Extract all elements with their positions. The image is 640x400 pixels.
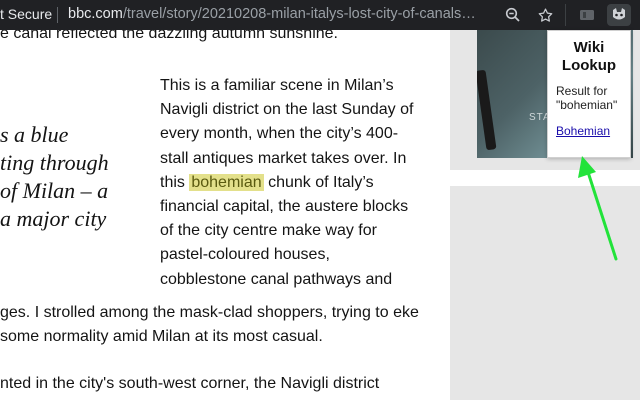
highlight-prefix: this	[160, 173, 190, 191]
wiki-lookup-popup: Wiki Lookup Result for "bohemian" Bohemi…	[547, 30, 631, 158]
popup-title: Wiki Lookup	[561, 39, 617, 74]
address-bar[interactable]: bbc.com/travel/story/20210208-milan-ital…	[68, 6, 496, 22]
paragraph-line: of the city centre make way for	[160, 222, 377, 240]
pull-quote-line: ting through	[0, 150, 109, 175]
url-ellipsis: …	[461, 6, 476, 22]
paragraph-line: Navigli district on the last Sunday of	[160, 101, 414, 119]
popup-result-text: Result for "bohemian"	[556, 84, 618, 112]
extension-icon[interactable]	[577, 5, 597, 25]
highlight-suffix: chunk of Italy’s	[263, 173, 374, 191]
article-text-line: e canal reflected the dazzling autumn su…	[0, 30, 338, 42]
article-text-line: ges. I strolled among the mask-clad shop…	[0, 304, 419, 321]
ad-panel-lower	[450, 186, 640, 400]
highlighted-word[interactable]: bohemian	[189, 173, 264, 191]
extensions-divider	[565, 4, 566, 26]
article-body: e canal reflected the dazzling autumn su…	[0, 30, 450, 400]
article-text-line: some normality amid Milan at its most ca…	[0, 328, 323, 345]
browser-toolbar: t Secure bbc.com/travel/story/20210208-m…	[0, 0, 640, 30]
wiki-result-link[interactable]: Bohemian	[554, 124, 624, 138]
article-text-line: nted in the city's south-west corner, th…	[0, 375, 380, 392]
paragraph-line: every month, when the city’s 400-	[160, 125, 399, 143]
article-paragraph: This is a familiar scene in Milan’s Navi…	[160, 74, 430, 292]
pull-quote-line: of Milan – a	[0, 178, 109, 203]
toolbar-divider	[57, 7, 58, 23]
wiki-lookup-extension-icon[interactable]	[607, 4, 631, 26]
url-path: /travel/story/20210208-milan-italys-lost…	[122, 6, 462, 22]
bookmark-star-icon[interactable]	[535, 5, 555, 25]
paragraph-line: cobblestone canal pathways and	[160, 270, 393, 288]
zoom-icon[interactable]	[503, 5, 523, 25]
url-host: bbc.com	[68, 6, 123, 22]
pen-image	[477, 69, 497, 151]
paragraph-line: stall antiques market takes over. In	[160, 149, 407, 167]
pull-quote-line: s a blue	[0, 122, 69, 147]
paragraph-line-highlight: this bohemian chunk of Italy’s	[160, 171, 430, 195]
pull-quote-line: a major city	[0, 206, 107, 231]
paragraph-line: This is a familiar scene in Milan’s	[160, 77, 394, 94]
paragraph-line: pastel-coloured houses,	[160, 246, 330, 264]
security-label[interactable]: t Secure	[0, 6, 52, 22]
pull-quote: s a blue ting through of Milan – a a maj…	[0, 121, 150, 233]
paragraph-line: financial capital, the austere blocks	[160, 198, 409, 216]
